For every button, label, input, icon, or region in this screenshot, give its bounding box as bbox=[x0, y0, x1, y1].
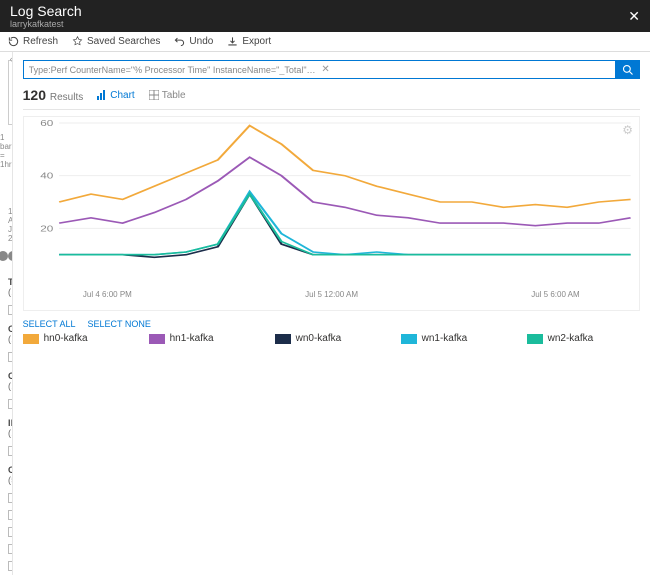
svg-text:40: 40 bbox=[40, 172, 54, 181]
legend-select-none[interactable]: SELECT NONE bbox=[88, 319, 151, 329]
legend-label: hn0-kafka bbox=[44, 333, 88, 344]
tab-table[interactable]: Table bbox=[149, 90, 186, 101]
legend-swatch bbox=[527, 334, 543, 344]
main-panel: Type:Perf CounterName="% Processor Time"… bbox=[13, 52, 650, 575]
legend-item-hn1-kafka[interactable]: hn1-kafka bbox=[149, 333, 249, 344]
refresh-icon bbox=[8, 36, 19, 47]
svg-text:20: 20 bbox=[40, 225, 54, 234]
line-chart[interactable]: ⚙ 204060 Jul 4 6:00 PMJul 5 12:00 AMJul … bbox=[23, 116, 640, 311]
export-button[interactable]: Export bbox=[227, 36, 271, 47]
legend-swatch bbox=[401, 334, 417, 344]
legend-swatch bbox=[23, 334, 39, 344]
histogram-scale-label: 1 bar = 1hr bbox=[0, 133, 4, 169]
table-icon bbox=[149, 90, 159, 100]
window-title: Log Search bbox=[10, 3, 82, 19]
legend-item-wn0-kafka[interactable]: wn0-kafka bbox=[275, 333, 375, 344]
tab-chart[interactable]: Chart bbox=[97, 90, 134, 101]
chart-icon bbox=[97, 90, 107, 100]
legend-swatch bbox=[149, 334, 165, 344]
window-header: Log Search larrykafkatest ✕ bbox=[0, 0, 650, 32]
legend-item-wn2-kafka[interactable]: wn2-kafka bbox=[527, 333, 627, 344]
legend-label: wn2-kafka bbox=[548, 333, 594, 344]
close-icon[interactable]: ✕ bbox=[628, 8, 640, 25]
refresh-button[interactable]: Refresh bbox=[8, 36, 58, 47]
result-count: 120 Results bbox=[23, 87, 84, 103]
workspace-name: larrykafkatest bbox=[10, 19, 82, 29]
star-icon bbox=[72, 36, 83, 47]
export-icon bbox=[227, 36, 238, 47]
legend-select-all[interactable]: SELECT ALL bbox=[23, 319, 76, 329]
legend-label: wn0-kafka bbox=[296, 333, 342, 344]
query-input[interactable]: Type:Perf CounterName="% Processor Time"… bbox=[23, 60, 616, 79]
search-icon bbox=[622, 64, 634, 76]
toolbar: Refresh Saved Searches Undo Export bbox=[0, 32, 650, 52]
clear-query-icon[interactable]: ✕ bbox=[321, 64, 610, 75]
legend-item-wn1-kafka[interactable]: wn1-kafka bbox=[401, 333, 501, 344]
facet-sidebar: ‹ Data based on last 1 day ⌵ 1 bar = 1hr… bbox=[0, 52, 13, 575]
legend-swatch bbox=[275, 334, 291, 344]
saved-searches-button[interactable]: Saved Searches bbox=[72, 36, 160, 47]
legend-item-hn0-kafka[interactable]: hn0-kafka bbox=[23, 333, 123, 344]
legend-label: hn1-kafka bbox=[170, 333, 214, 344]
search-button[interactable] bbox=[616, 60, 640, 79]
chart-settings-icon[interactable]: ⚙ bbox=[622, 123, 633, 137]
undo-button[interactable]: Undo bbox=[174, 36, 213, 47]
svg-text:60: 60 bbox=[40, 120, 54, 129]
legend-label: wn1-kafka bbox=[422, 333, 468, 344]
undo-icon bbox=[174, 36, 185, 47]
slider-handle-end[interactable] bbox=[0, 251, 8, 261]
